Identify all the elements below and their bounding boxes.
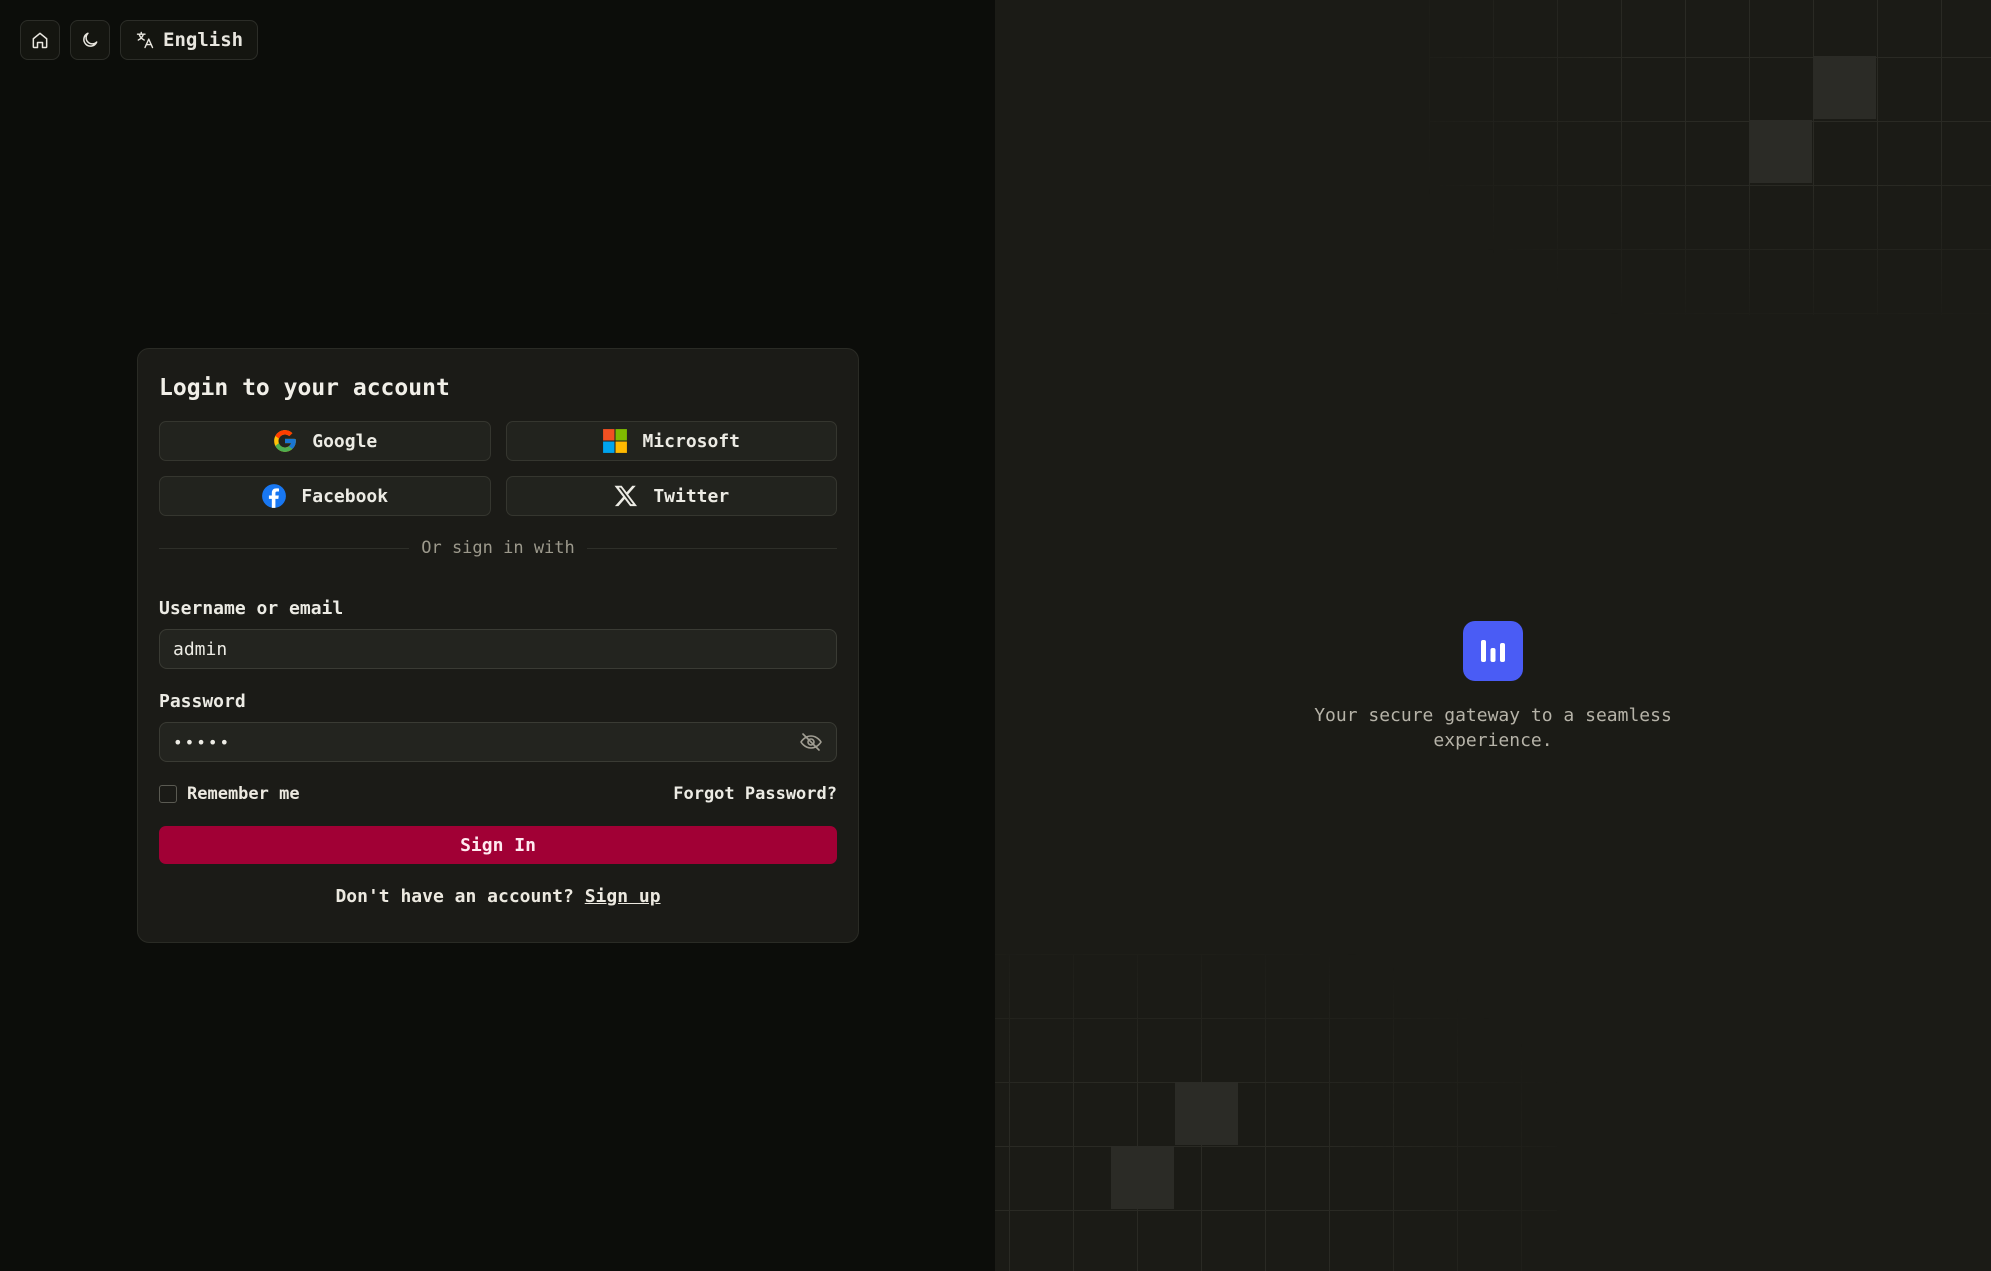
remember-row: Remember me Forgot Password? xyxy=(159,784,837,804)
sign-in-button[interactable]: Sign In xyxy=(159,826,837,864)
remember-me[interactable]: Remember me xyxy=(159,784,300,804)
home-button[interactable] xyxy=(20,20,60,60)
forgot-password-link[interactable]: Forgot Password? xyxy=(673,784,837,804)
grid-highlight-tile xyxy=(1111,1146,1174,1209)
google-login-button[interactable]: Google xyxy=(159,421,491,461)
twitter-login-button[interactable]: Twitter xyxy=(505,476,837,516)
sign-up-link[interactable]: Sign up xyxy=(585,886,661,907)
grid-pattern-bottom-left xyxy=(995,954,1557,1271)
google-icon xyxy=(274,430,297,452)
username-value: admin xyxy=(173,638,228,660)
translate-icon xyxy=(136,31,154,49)
divider-line-right xyxy=(586,547,837,549)
facebook-label: Facebook xyxy=(301,485,389,507)
x-twitter-icon xyxy=(614,485,638,507)
google-label: Google xyxy=(312,430,378,452)
password-value: ••••• xyxy=(173,732,232,752)
home-icon xyxy=(32,32,48,49)
brand-block: Your secure gateway to a seamless experi… xyxy=(995,621,1991,753)
moon-icon xyxy=(83,32,98,47)
social-login-grid: Google Microsoft Facebook Twitter xyxy=(159,421,837,516)
facebook-login-button[interactable]: Facebook xyxy=(159,476,491,516)
language-label: English xyxy=(163,29,244,51)
twitter-label: Twitter xyxy=(653,485,730,507)
language-button[interactable]: English xyxy=(120,20,259,60)
login-card: Login to your account Google Microsoft F… xyxy=(137,348,859,943)
grid-highlight-tile xyxy=(1175,1082,1238,1145)
eye-off-icon[interactable] xyxy=(799,730,823,754)
microsoft-login-button[interactable]: Microsoft xyxy=(505,421,837,461)
right-pane: Your secure gateway to a seamless experi… xyxy=(995,0,1991,1271)
login-page: English Login to your account Google Mic… xyxy=(0,0,1991,1271)
username-label: Username or email xyxy=(159,598,344,619)
grid-highlight-tile xyxy=(1749,120,1812,183)
remember-label: Remember me xyxy=(187,784,300,804)
theme-toggle-button[interactable] xyxy=(70,20,110,60)
brand-tagline: Your secure gateway to a seamless experi… xyxy=(1314,705,1672,751)
signup-prompt: Don't have an account? xyxy=(335,886,574,907)
or-divider: Or sign in with xyxy=(159,538,837,558)
remember-checkbox[interactable] xyxy=(159,785,177,803)
divider-line-left xyxy=(159,547,410,549)
facebook-icon xyxy=(262,484,287,508)
password-label: Password xyxy=(159,691,246,712)
login-title: Login to your account xyxy=(159,375,450,401)
bar-chart-logo-icon xyxy=(1463,621,1523,681)
divider-text: Or sign in with xyxy=(421,538,575,558)
microsoft-icon xyxy=(603,429,628,453)
username-input[interactable]: admin xyxy=(159,629,837,669)
top-toolbar: English xyxy=(20,20,259,60)
signup-row: Don't have an account? Sign up xyxy=(159,886,837,907)
password-input[interactable]: ••••• xyxy=(159,722,837,762)
left-pane: English Login to your account Google Mic… xyxy=(0,0,995,1271)
microsoft-label: Microsoft xyxy=(642,430,741,452)
grid-highlight-tile xyxy=(1813,56,1876,119)
grid-pattern-top-right xyxy=(1429,0,1991,315)
